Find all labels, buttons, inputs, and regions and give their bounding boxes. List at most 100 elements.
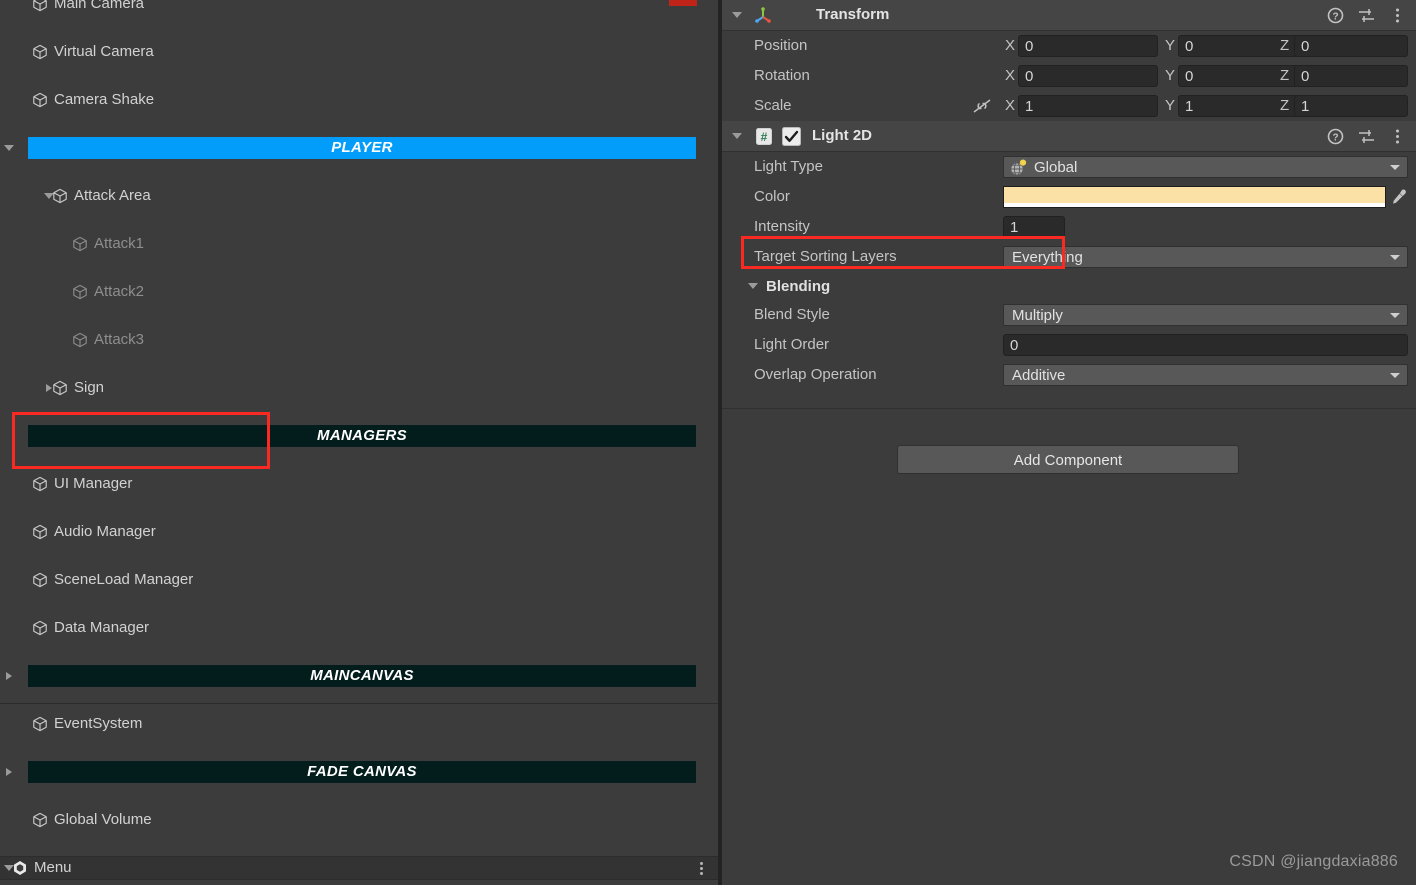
intensity-input[interactable]: 1 xyxy=(1003,216,1065,238)
target-sorting-layers-dropdown[interactable]: Everything xyxy=(1003,246,1408,268)
hierarchy-row[interactable]: Menu xyxy=(0,856,720,880)
help-icon[interactable]: ? xyxy=(1327,128,1344,145)
scene-row-background xyxy=(0,856,720,880)
hierarchy-banner-player[interactable]: PLAYER xyxy=(28,137,696,159)
transform-scale-z-input[interactable]: 1 xyxy=(1294,95,1408,117)
hierarchy-row[interactable]: Virtual Camera xyxy=(0,40,720,64)
hierarchy-item-label: Data Manager xyxy=(54,619,150,636)
hierarchy-row[interactable]: Attack1 xyxy=(0,232,720,256)
light-order-input[interactable]: 0 xyxy=(1003,334,1408,356)
transform-component-header[interactable]: Transform ? xyxy=(722,0,1416,31)
kebab-menu-icon[interactable] xyxy=(1389,128,1406,145)
hierarchy-tree[interactable]: Main Camera Virtual Camera Camera Shake PLA… xyxy=(0,0,720,880)
hierarchy-row[interactable]: MAINCANVAS xyxy=(0,664,720,688)
transform-component-body[interactable]: Position X 0 Y 0 Z 0 Rotation X 0 Y 0 Z 0 Scale X 1 Y 1 Z 1 xyxy=(722,31,1416,121)
row-kebab-menu-icon[interactable] xyxy=(696,856,706,880)
transform-foldout[interactable] xyxy=(732,0,742,30)
transform-position-z-input[interactable]: 0 xyxy=(1294,35,1408,57)
light2d-header-icons[interactable]: ? xyxy=(1327,121,1406,151)
blending-section-header[interactable]: Blending xyxy=(722,272,1416,300)
overlap-operation-row[interactable]: Overlap Operation Additive xyxy=(722,360,1416,390)
transform-axis-icon xyxy=(754,6,772,24)
transform-scale-row[interactable]: Scale X 1 Y 1 Z 1 xyxy=(722,91,1416,121)
light2d-component-body[interactable]: Light Type Global Color Intensity 1 Targ… xyxy=(722,152,1416,390)
kebab-menu-icon[interactable] xyxy=(1389,7,1406,24)
hierarchy-row[interactable]: Attack2 xyxy=(0,280,720,304)
blend-style-row[interactable]: Blend Style Multiply xyxy=(722,300,1416,330)
twisty-collapsed[interactable] xyxy=(0,760,18,784)
preset-settings-icon[interactable] xyxy=(1358,128,1375,145)
transform-rotation-x-input[interactable]: 0 xyxy=(1018,65,1158,87)
hierarchy-row[interactable]: UI Manager xyxy=(0,472,720,496)
overlap-operation-dropdown[interactable]: Additive xyxy=(1003,364,1408,386)
transform-position-row[interactable]: Position X 0 Y 0 Z 0 xyxy=(722,31,1416,61)
light2d-enabled-checkbox[interactable] xyxy=(782,127,801,146)
axis-label-y: Y xyxy=(1165,67,1176,84)
twisty-expanded[interactable] xyxy=(0,136,18,160)
hierarchy-row[interactable]: Sign xyxy=(0,376,720,400)
hierarchy-row[interactable]: MANAGERS xyxy=(0,424,720,448)
blending-foldout[interactable]: Blending xyxy=(748,272,830,300)
hierarchy-item-label: Menu xyxy=(34,859,72,876)
svg-text:#: # xyxy=(761,130,768,144)
light2d-foldout[interactable] xyxy=(732,121,742,151)
gameobject-cube-icon xyxy=(52,380,68,396)
color-row[interactable]: Color xyxy=(722,182,1416,212)
intensity-row[interactable]: Intensity 1 xyxy=(722,212,1416,242)
transform-row-label: Scale xyxy=(754,97,792,114)
twisty-collapsed[interactable] xyxy=(0,664,18,688)
svg-text:?: ? xyxy=(1332,132,1338,143)
transform-header-icons[interactable]: ? xyxy=(1327,0,1406,30)
hierarchy-banner[interactable]: MANAGERS xyxy=(28,425,696,447)
help-icon[interactable]: ? xyxy=(1327,7,1344,24)
add-component-button[interactable]: Add Component xyxy=(897,445,1239,474)
eyedropper-icon[interactable] xyxy=(1390,188,1408,206)
blend-style-dropdown[interactable]: Multiply xyxy=(1003,304,1408,326)
gameobject-cube-icon xyxy=(32,620,48,636)
transform-rotation-row[interactable]: Rotation X 0 Y 0 Z 0 xyxy=(722,61,1416,91)
hierarchy-panel[interactable]: Main Camera Virtual Camera Camera Shake PLA… xyxy=(0,0,720,885)
gameobject-cube-icon xyxy=(32,0,48,12)
transform-position-x-input[interactable]: 0 xyxy=(1018,35,1158,57)
hierarchy-row[interactable]: Camera Shake xyxy=(0,88,720,112)
hierarchy-row[interactable]: EventSystem xyxy=(0,712,720,736)
hierarchy-row[interactable]: Main Camera xyxy=(0,0,720,16)
color-swatch-fill xyxy=(1004,187,1385,203)
hierarchy-item-label: Global Volume xyxy=(54,811,152,828)
light2d-component-header[interactable]: # Light 2D ? xyxy=(722,121,1416,152)
hierarchy-item-label: Main Camera xyxy=(54,0,145,12)
hierarchy-row[interactable]: Attack Area xyxy=(0,184,720,208)
hierarchy-row[interactable]: Attack3 xyxy=(0,328,720,352)
script-icon: # xyxy=(756,128,772,145)
gameobject-cube-icon xyxy=(32,716,48,732)
chevron-down-icon xyxy=(1390,313,1400,318)
hierarchy-banner[interactable]: FADE CANVAS xyxy=(28,761,696,783)
scale-link-off-icon[interactable] xyxy=(972,98,992,114)
hierarchy-item-label: Attack2 xyxy=(94,283,145,300)
hierarchy-row[interactable]: SceneLoad Manager xyxy=(0,568,720,592)
hierarchy-row[interactable]: Global Volume xyxy=(0,808,720,832)
hierarchy-row[interactable]: FADE CANVAS xyxy=(0,760,720,784)
preset-settings-icon[interactable] xyxy=(1358,7,1375,24)
target-sorting-layers-row[interactable]: Target Sorting Layers Everything xyxy=(722,242,1416,272)
transform-scale-x-input[interactable]: 1 xyxy=(1018,95,1158,117)
chevron-down-icon xyxy=(732,133,742,139)
light-type-label: Light Type xyxy=(754,158,823,175)
chevron-right-icon xyxy=(6,672,12,680)
light-type-dropdown[interactable]: Global xyxy=(1003,156,1408,178)
color-swatch[interactable] xyxy=(1003,186,1386,208)
light-type-row[interactable]: Light Type Global xyxy=(722,152,1416,182)
inspector-section-divider xyxy=(722,408,1416,409)
transform-rotation-z-input[interactable]: 0 xyxy=(1294,65,1408,87)
hierarchy-row[interactable]: Audio Manager xyxy=(0,520,720,544)
light-order-row[interactable]: Light Order 0 xyxy=(722,330,1416,360)
hierarchy-row[interactable]: Data Manager xyxy=(0,616,720,640)
hierarchy-row[interactable]: PLAYER xyxy=(0,136,720,160)
gameobject-cube-icon xyxy=(32,572,48,588)
hierarchy-banner[interactable]: MAINCANVAS xyxy=(28,665,696,687)
hierarchy-item-label: Virtual Camera xyxy=(54,43,154,60)
hierarchy-item-label: Camera Shake xyxy=(54,91,155,108)
chevron-down-icon xyxy=(748,283,758,289)
inspector-panel[interactable]: Transform ? Position X 0 Y 0 Z 0 Rotation X 0 Y 0 Z 0… xyxy=(722,0,1416,885)
red-marker-top xyxy=(669,0,697,6)
